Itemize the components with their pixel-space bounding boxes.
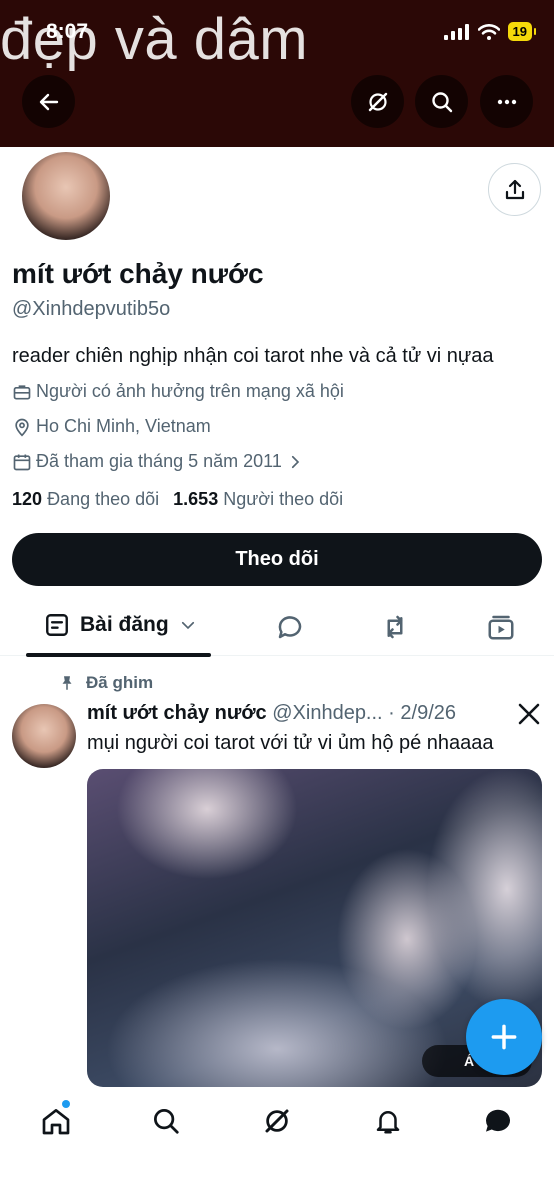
location-pin-icon bbox=[15, 418, 29, 437]
calendar-icon bbox=[13, 454, 31, 470]
pinned-label: Đã ghim bbox=[86, 673, 154, 692]
nav-grok[interactable] bbox=[261, 1105, 293, 1137]
post-author-name[interactable]: mít ướt chảy nước bbox=[87, 702, 267, 724]
tab-posts[interactable]: Bài đăng bbox=[44, 612, 197, 638]
nav-home[interactable] bbox=[40, 1105, 72, 1137]
profile-name: mít ướt chảy nước bbox=[12, 258, 264, 289]
follow-stats: 120 Đang theo dõi 1.653 Người theo dõi bbox=[12, 489, 343, 510]
home-icon bbox=[42, 1109, 70, 1135]
tab-reposts[interactable] bbox=[380, 612, 410, 647]
category-label: Người có ảnh hưởng trên mạng xã hội bbox=[36, 381, 344, 401]
search-icon bbox=[431, 91, 452, 112]
nav-search[interactable] bbox=[150, 1105, 182, 1137]
briefcase-icon bbox=[13, 384, 31, 399]
media-icon bbox=[488, 615, 514, 640]
following-link[interactable]: 120 Đang theo dõi bbox=[12, 489, 159, 510]
profile-category: Người có ảnh hưởng trên mạng xã hội bbox=[12, 381, 344, 402]
grok-icon bbox=[265, 1109, 289, 1133]
x-logo-icon bbox=[517, 702, 541, 733]
post-author-handle[interactable]: @Xinhdep... bbox=[272, 702, 382, 724]
status-indicators: 19 bbox=[443, 22, 537, 41]
post-author-avatar[interactable] bbox=[12, 704, 76, 768]
status-time: 8:07 bbox=[46, 20, 89, 43]
follow-button[interactable]: Theo dõi bbox=[12, 533, 542, 586]
share-icon bbox=[505, 179, 524, 199]
followers-label: Người theo dõi bbox=[223, 489, 344, 509]
x-icon bbox=[518, 703, 540, 725]
profile-handle: @Xinhdepvutib5o bbox=[12, 298, 171, 320]
pin-icon bbox=[62, 676, 72, 690]
grok-button[interactable] bbox=[351, 75, 404, 128]
posts-icon bbox=[46, 614, 68, 636]
post-text: mụi người coi tarot với tử vi ủm hộ pé n… bbox=[87, 732, 494, 754]
post-date: · 2/9/26 bbox=[388, 702, 456, 724]
profile-avatar[interactable] bbox=[18, 148, 114, 244]
plus-icon bbox=[491, 1024, 517, 1050]
search-icon bbox=[154, 1109, 179, 1134]
profile-bio: reader chiên nghịp nhận coi tarot nhe và… bbox=[12, 345, 494, 367]
chevron-right-icon bbox=[291, 455, 300, 468]
bottom-navigation bbox=[0, 1090, 554, 1199]
following-label: Đang theo dõi bbox=[47, 489, 160, 509]
following-count: 120 bbox=[12, 489, 43, 509]
home-notification-dot bbox=[62, 1100, 70, 1108]
search-button[interactable] bbox=[415, 75, 468, 128]
wifi-icon bbox=[477, 23, 500, 40]
grok-icon bbox=[368, 92, 387, 111]
signal-icon bbox=[443, 23, 469, 40]
bell-icon bbox=[376, 1111, 400, 1134]
tab-replies[interactable] bbox=[275, 612, 305, 647]
tab-media[interactable] bbox=[486, 612, 516, 647]
compose-button[interactable] bbox=[466, 999, 542, 1075]
back-button[interactable] bbox=[22, 75, 75, 128]
nav-messages[interactable] bbox=[482, 1105, 514, 1137]
location-label: Ho Chi Minh, Vietnam bbox=[36, 416, 211, 436]
followers-link[interactable]: 1.653 Người theo dõi bbox=[173, 489, 343, 510]
profile-tabs: Bài đăng bbox=[0, 604, 554, 657]
pinned-indicator: Đã ghim bbox=[58, 673, 153, 693]
more-icon bbox=[497, 99, 516, 104]
reply-bubble-icon bbox=[278, 616, 302, 639]
joined-label: Đã tham gia tháng 5 năm 2011 bbox=[36, 451, 282, 471]
repost-icon bbox=[387, 615, 403, 639]
battery-indicator: 19 bbox=[507, 22, 537, 41]
chevron-down-icon bbox=[181, 621, 194, 630]
profile-location: Ho Chi Minh, Vietnam bbox=[12, 416, 211, 437]
tab-active-indicator bbox=[26, 653, 211, 657]
followers-count: 1.653 bbox=[173, 489, 219, 509]
profile-joined[interactable]: Đã tham gia tháng 5 năm 2011 bbox=[12, 451, 304, 472]
tab-posts-label: Bài đăng bbox=[80, 613, 169, 636]
post-header: mít ướt chảy nước @Xinhdep... · 2/9/26 bbox=[87, 702, 456, 725]
message-bubble-icon bbox=[485, 1109, 510, 1132]
back-arrow-icon bbox=[39, 93, 58, 110]
share-button[interactable] bbox=[488, 163, 541, 216]
more-button[interactable] bbox=[480, 75, 533, 128]
nav-notifications[interactable] bbox=[372, 1105, 404, 1137]
